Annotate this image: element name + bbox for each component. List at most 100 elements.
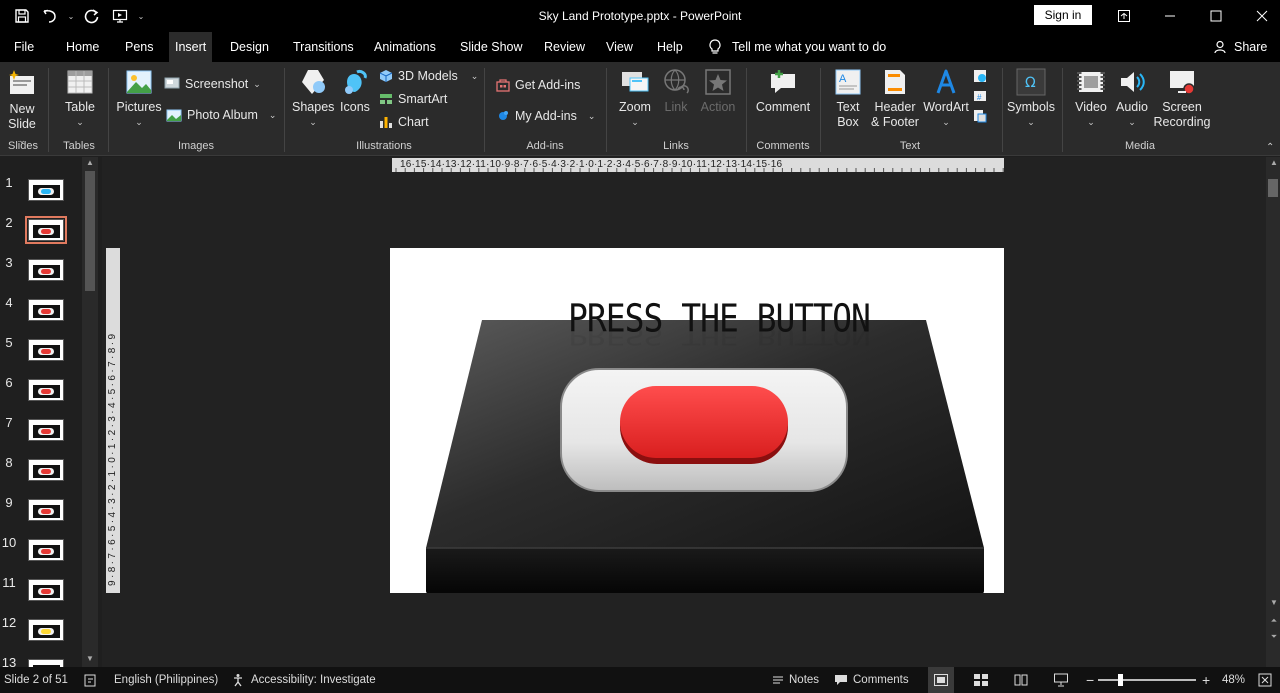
slide-thumbnail[interactable] <box>28 579 64 601</box>
slide-sorter-view-icon[interactable] <box>974 667 988 693</box>
table-button[interactable]: Table ⌄ <box>62 68 98 130</box>
tell-me-search[interactable]: Tell me what you want to do <box>708 32 886 62</box>
slide-thumbnail-item[interactable]: 8 <box>0 443 82 483</box>
minimize-icon[interactable] <box>1147 0 1193 32</box>
vertical-ruler[interactable]: 9·8·7·6·5·4·3·2·1·0·1·2·3·4·5·6·7·8·9 <box>106 248 120 593</box>
scroll-down-icon[interactable]: ▼ <box>82 653 98 665</box>
tab-file[interactable]: File <box>14 32 34 62</box>
object-icon[interactable] <box>972 108 988 124</box>
notes-button[interactable]: Notes <box>772 667 819 693</box>
header-footer-button[interactable]: Header & Footer <box>870 68 920 130</box>
slide-thumbnail-item[interactable]: 7 <box>0 403 82 443</box>
slide-thumbnail[interactable] <box>28 419 64 441</box>
pictures-button[interactable]: Pictures ⌄ <box>116 68 162 130</box>
sign-in-button[interactable]: Sign in <box>1034 5 1092 25</box>
scroll-up-icon[interactable]: ▲ <box>1266 157 1280 169</box>
zoom-level[interactable]: 48% <box>1222 667 1245 693</box>
comment-button[interactable]: Comment <box>754 68 812 115</box>
slide-thumbnail[interactable] <box>28 259 64 281</box>
thumbnail-scrollbar[interactable]: ▲ ▼ <box>82 157 98 667</box>
slide-thumbnail-item[interactable]: 4 <box>0 283 82 323</box>
shapes-button[interactable]: Shapes ⌄ <box>292 68 334 130</box>
slide-thumbnail-item[interactable]: 5 <box>0 323 82 363</box>
slide-thumbnail[interactable] <box>28 619 64 641</box>
start-from-beginning-icon[interactable] <box>108 4 132 28</box>
spelling-check-icon[interactable] <box>84 667 97 693</box>
zoom-button[interactable]: Zoom ⌄ <box>614 68 656 130</box>
slide-thumbnail[interactable] <box>25 216 67 244</box>
slide-thumbnail-item[interactable]: 6 <box>0 363 82 403</box>
3d-models-button[interactable]: 3D Models ⌄ <box>379 69 478 83</box>
slide-show-view-icon[interactable] <box>1054 667 1068 693</box>
slide-thumbnail[interactable] <box>28 299 64 321</box>
zoom-slider-thumb[interactable] <box>1118 674 1123 686</box>
my-addins-button[interactable]: My Add-ins ⌄ <box>496 109 595 123</box>
slide-thumbnail-item[interactable]: 11 <box>0 563 82 603</box>
fit-to-window-icon[interactable] <box>1258 667 1272 693</box>
get-addins-button[interactable]: Get Add-ins <box>496 78 580 92</box>
next-slide-icon[interactable]: ⏷ <box>1266 631 1280 643</box>
redo-icon[interactable] <box>80 4 104 28</box>
tab-view[interactable]: View <box>606 32 633 62</box>
slide-thumbnail-item[interactable]: 3 <box>0 243 82 283</box>
undo-icon[interactable] <box>38 4 62 28</box>
zoom-out-button[interactable]: − <box>1086 667 1094 693</box>
slide-thumbnail[interactable] <box>28 179 64 201</box>
scrollbar-thumb[interactable] <box>1268 179 1278 197</box>
wordart-button[interactable]: WordArt ⌄ <box>922 68 970 130</box>
zoom-slider-track[interactable] <box>1098 679 1196 681</box>
slide-thumbnail[interactable] <box>28 339 64 361</box>
chart-button[interactable]: Chart <box>379 115 429 129</box>
reading-view-icon[interactable] <box>1014 667 1028 693</box>
tab-help[interactable]: Help <box>657 32 683 62</box>
ribbon-display-options-icon[interactable] <box>1101 0 1147 32</box>
audio-button[interactable]: Audio ⌄ <box>1114 68 1150 130</box>
slide-thumbnail-item[interactable]: 12 <box>0 603 82 643</box>
undo-dropdown-chevron-icon[interactable]: ⌄ <box>66 4 76 28</box>
scroll-down-icon[interactable]: ▼ <box>1266 597 1280 609</box>
tab-review[interactable]: Review <box>544 32 585 62</box>
slide-thumbnail-item[interactable]: 1 <box>0 163 82 203</box>
link-button[interactable]: Link <box>660 68 692 115</box>
tab-transitions[interactable]: Transitions <box>293 32 354 62</box>
close-icon[interactable] <box>1239 0 1280 32</box>
save-icon[interactable] <box>10 4 34 28</box>
previous-slide-icon[interactable]: ⏶ <box>1266 615 1280 627</box>
slide-canvas[interactable]: PRESS THE BUTTON PRESS THE BUTTON <box>390 248 1004 593</box>
normal-view-icon[interactable] <box>928 667 954 693</box>
slide-thumbnail[interactable] <box>28 539 64 561</box>
zoom-in-button[interactable]: + <box>1202 667 1210 693</box>
slide-thumbnail-item[interactable]: 10 <box>0 523 82 563</box>
slide-thumbnail-item[interactable]: 9 <box>0 483 82 523</box>
icons-button[interactable]: Icons <box>338 68 372 115</box>
scroll-up-icon[interactable]: ▲ <box>82 157 98 169</box>
text-box-button[interactable]: A Text Box <box>830 68 866 130</box>
smartart-button[interactable]: SmartArt <box>379 92 447 106</box>
collapse-ribbon-icon[interactable]: ⌃ <box>1266 142 1278 154</box>
tab-pens[interactable]: Pens <box>125 32 154 62</box>
date-time-icon[interactable] <box>972 68 988 84</box>
new-slide-button[interactable]: New Slide ⌄ <box>4 68 40 148</box>
maximize-icon[interactable] <box>1193 0 1239 32</box>
action-button[interactable]: Action <box>698 68 738 115</box>
slide-thumbnail[interactable] <box>28 499 64 521</box>
tab-slide-show[interactable]: Slide Show <box>460 32 523 62</box>
symbols-button[interactable]: Ω Symbols ⌄ <box>1006 68 1056 130</box>
tab-animations[interactable]: Animations <box>374 32 436 62</box>
horizontal-ruler[interactable]: 16·15·14·13·12·11·10·9·8·7·6·5·4·3·2·1·0… <box>392 158 1004 172</box>
accessibility-checker[interactable]: Accessibility: Investigate <box>232 667 376 693</box>
slide-number-icon[interactable]: # <box>972 88 988 104</box>
tab-home[interactable]: Home <box>66 32 99 62</box>
screenshot-button[interactable]: Screenshot ⌄ <box>164 76 261 92</box>
photo-album-button[interactable]: Photo Album ⌄ <box>166 107 276 123</box>
comments-button[interactable]: Comments <box>834 667 909 693</box>
scrollbar-thumb[interactable] <box>85 171 95 291</box>
editor-scrollbar[interactable]: ▲ ▼ ⏶ ⏷ <box>1266 157 1280 667</box>
share-button[interactable]: Share <box>1214 32 1267 62</box>
customize-qat-chevron-icon[interactable]: ⌄ <box>136 4 146 28</box>
video-button[interactable]: Video ⌄ <box>1070 68 1112 130</box>
tab-design[interactable]: Design <box>230 32 269 62</box>
language-indicator[interactable]: English (Philippines) <box>114 667 218 693</box>
slide-thumbnail[interactable] <box>28 459 64 481</box>
screen-recording-button[interactable]: Screen Recording <box>1152 68 1212 130</box>
